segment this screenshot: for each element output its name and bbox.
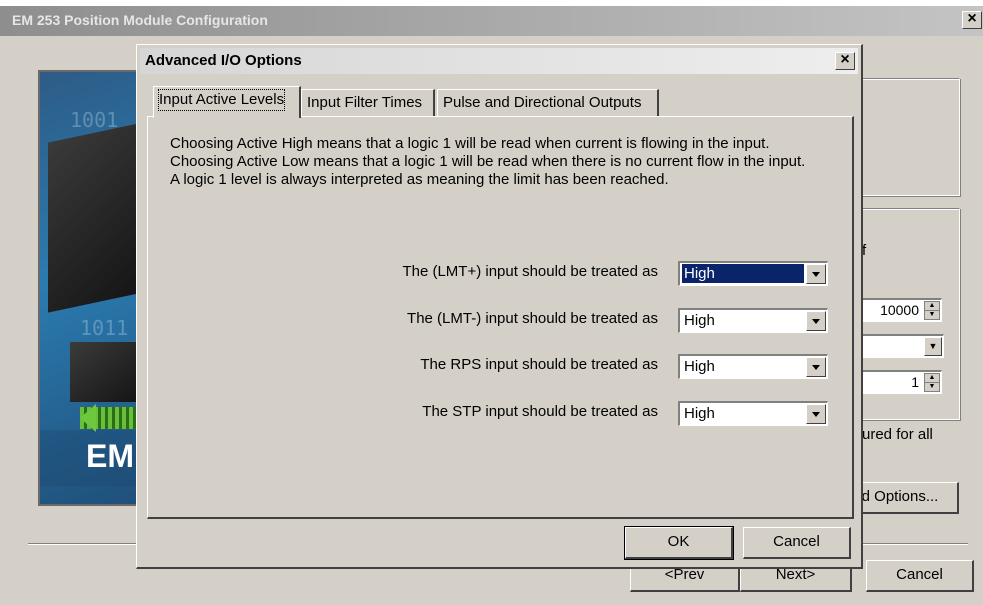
arrow-left-icon <box>80 404 96 432</box>
group-box-top <box>860 78 960 196</box>
main-cancel-button[interactable]: Cancel <box>866 560 974 592</box>
main-window-title: EM 253 Position Module Configuration <box>12 12 268 28</box>
chevron-down-icon[interactable] <box>806 404 826 424</box>
main-close-button[interactable]: × <box>962 11 982 29</box>
chevron-down-icon[interactable] <box>806 264 826 284</box>
spin-value-2: 1 <box>911 374 919 390</box>
combo-field[interactable]: ▼ <box>860 334 944 358</box>
rps-dropdown[interactable]: High <box>678 354 828 379</box>
lmt-plus-dropdown[interactable]: High <box>678 261 828 286</box>
tab-label: Input Active Levels <box>157 89 286 111</box>
dropdown-value: High <box>684 405 715 422</box>
em-logo-text: EM <box>86 438 134 474</box>
spin-down-icon[interactable]: ▼ <box>924 382 940 392</box>
chevron-down-icon[interactable]: ▼ <box>924 337 942 356</box>
stp-label: The STP input should be treated as <box>422 403 658 420</box>
main-title-bar: EM 253 Position Module Configuration × <box>0 6 983 36</box>
spin-field-1[interactable]: 10000 ▲ ▼ <box>860 298 942 322</box>
lmt-minus-dropdown[interactable]: High <box>678 308 828 333</box>
label-fragment: ured for all <box>862 426 933 443</box>
spin-down-icon[interactable]: ▼ <box>924 310 940 320</box>
tab-pulse-directional-outputs[interactable]: Pulse and Directional Outputs <box>437 89 659 117</box>
cancel-button[interactable]: Cancel <box>743 527 851 559</box>
spin-value-1: 10000 <box>880 302 919 318</box>
dropdown-value: High <box>684 358 715 375</box>
dialog-close-button[interactable]: × <box>835 52 855 70</box>
description-line: Choosing Active Low means that a logic 1… <box>170 153 806 170</box>
binary-decoration: 1011 <box>80 316 129 340</box>
lmt-plus-label: The (LMT+) input should be treated as <box>402 263 658 280</box>
stp-dropdown[interactable]: High <box>678 401 828 426</box>
dialog-title-bar: Advanced I/O Options × <box>140 48 858 74</box>
chevron-down-icon[interactable] <box>806 311 826 331</box>
advanced-io-dialog: Advanced I/O Options × Input Active Leve… <box>136 44 863 569</box>
tab-label: Pulse and Directional Outputs <box>443 94 642 111</box>
dropdown-value: High <box>682 264 804 283</box>
lmt-minus-label: The (LMT-) input should be treated as <box>407 310 658 327</box>
tab-label: Input Filter Times <box>307 94 423 111</box>
plc-module-graphic <box>48 121 148 313</box>
spin-field-2[interactable]: 1 ▲ ▼ <box>860 370 942 394</box>
ok-button[interactable]: OK <box>624 526 734 560</box>
description-line: Choosing Active High means that a logic … <box>170 135 770 152</box>
chevron-down-icon[interactable] <box>806 357 826 377</box>
tab-input-filter-times[interactable]: Input Filter Times <box>301 89 435 117</box>
tab-input-active-levels[interactable]: Input Active Levels <box>153 86 301 118</box>
dropdown-value: High <box>684 312 715 329</box>
description-line: A logic 1 level is always interpreted as… <box>170 171 669 188</box>
dialog-title: Advanced I/O Options <box>145 52 302 69</box>
rps-label: The RPS input should be treated as <box>420 356 658 373</box>
tab-panel: Choosing Active High means that a logic … <box>147 116 854 519</box>
